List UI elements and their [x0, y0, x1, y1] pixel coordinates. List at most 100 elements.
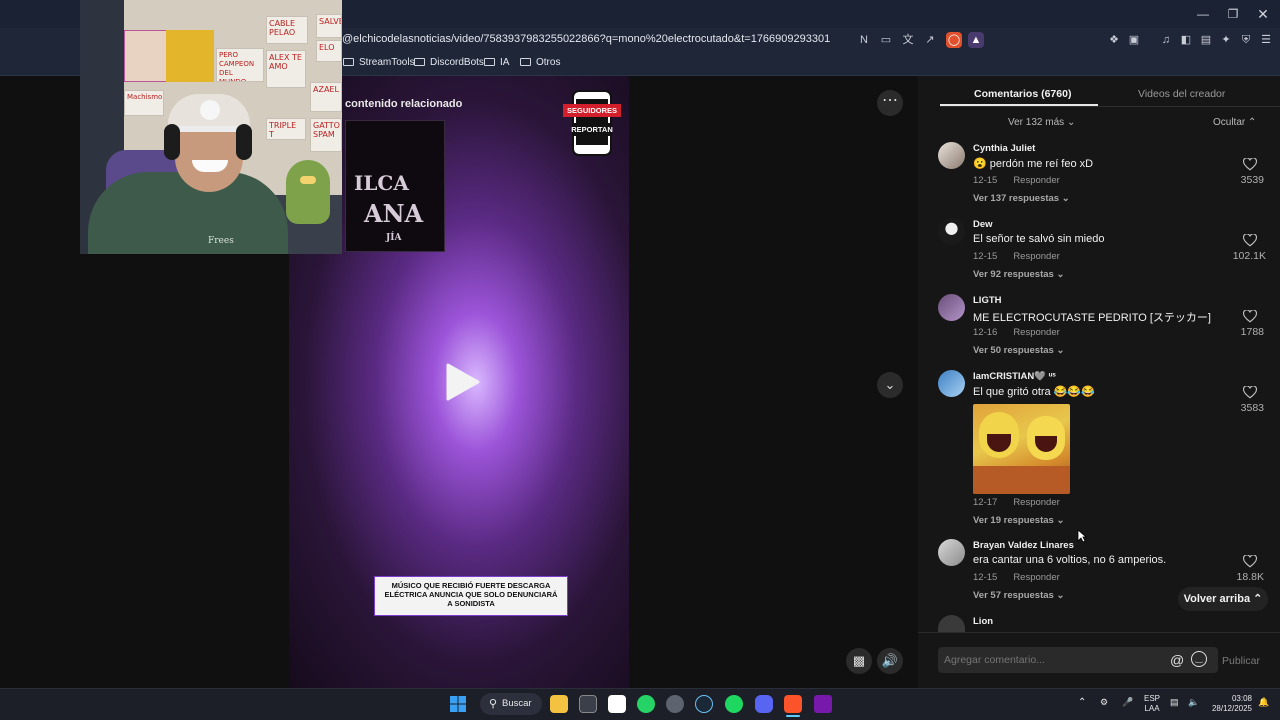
windows-start-icon[interactable] — [450, 696, 466, 712]
heart-icon[interactable] — [1243, 386, 1257, 399]
volume-icon[interactable]: 🔊 — [877, 648, 903, 674]
reply-button[interactable]: Responder — [1013, 175, 1059, 186]
translate-icon[interactable]: 文 — [900, 32, 916, 48]
comment-author[interactable]: Cynthia Juliet — [973, 143, 1035, 154]
comment-author[interactable]: Dew — [973, 219, 993, 230]
avatar[interactable] — [938, 539, 965, 566]
network-icon[interactable]: ▤ — [1170, 697, 1179, 708]
publicar-button[interactable]: Publicar — [1222, 655, 1260, 667]
tab-videos-del-creador[interactable]: Videos del creador — [1138, 88, 1225, 100]
minimize-icon[interactable]: — — [1188, 4, 1218, 24]
spotify-icon[interactable] — [725, 695, 743, 713]
close-window-icon[interactable]: ✕ — [1248, 4, 1278, 24]
like-count: 3583 — [1240, 402, 1264, 414]
like-count: 1788 — [1240, 326, 1264, 338]
ocultar-link[interactable]: Ocultar ⌃ — [1213, 117, 1256, 128]
heart-icon[interactable] — [1243, 234, 1257, 247]
heart-icon[interactable] — [1243, 158, 1257, 171]
vpn-icon[interactable]: ⛨ — [1238, 32, 1254, 48]
share-icon[interactable]: ↗ — [922, 32, 938, 48]
anime-poster — [124, 30, 170, 82]
avatar[interactable] — [938, 370, 965, 397]
reply-button[interactable]: Responder — [1013, 327, 1059, 338]
brave-icon[interactable] — [784, 695, 802, 713]
bookmark-streamtools[interactable]: StreamTools — [343, 57, 415, 68]
folder-icon — [414, 58, 425, 66]
comment-author[interactable]: LIGTH — [973, 295, 1002, 306]
onenote-icon[interactable] — [814, 695, 832, 713]
bookmark-otros[interactable]: Otros — [520, 57, 560, 68]
comment-author[interactable]: Brayan Valdez Linares — [973, 540, 1074, 551]
view-replies-button[interactable]: Ver 92 respuestas ⌄ — [973, 269, 1064, 280]
avatar[interactable] — [938, 294, 965, 321]
view-replies-button[interactable]: Ver 19 respuestas ⌄ — [973, 515, 1064, 526]
comment-meta: 12-17 Responder — [973, 497, 1060, 508]
url-field[interactable]: @elchicodelasnoticias/video/758393798325… — [342, 33, 830, 45]
wallet-icon[interactable]: ▤ — [1198, 32, 1214, 48]
simpsons-gif[interactable] — [973, 404, 1070, 494]
more-options-icon[interactable]: ⋯ — [877, 90, 903, 116]
emoji-icon[interactable]: ‿ — [1191, 651, 1207, 667]
floating-player-icon[interactable]: ▩ — [846, 648, 872, 674]
heart-icon[interactable] — [1243, 310, 1257, 323]
microphone-icon[interactable]: 🎤 — [1122, 697, 1133, 708]
view-replies-button[interactable]: Ver 50 respuestas ⌄ — [973, 345, 1064, 356]
active-tab-indicator — [940, 104, 1098, 106]
heart-icon[interactable] — [1243, 555, 1257, 568]
like-count: 18.8K — [1236, 571, 1264, 583]
reply-button[interactable]: Responder — [1013, 497, 1059, 508]
brave-rewards-icon[interactable]: ▲ — [968, 32, 984, 48]
steam-icon[interactable] — [695, 695, 713, 713]
reply-button[interactable]: Responder — [1013, 251, 1059, 262]
menu-icon[interactable]: ☰ — [1258, 32, 1274, 48]
sidebar-icon[interactable]: ◧ — [1178, 32, 1194, 48]
music-icon[interactable]: ♫ — [1158, 32, 1174, 48]
wall-paper: CABLE PELAO — [266, 16, 308, 44]
avatar[interactable] — [938, 142, 965, 169]
mention-icon[interactable]: @ — [1170, 652, 1184, 668]
discord-icon[interactable] — [755, 695, 773, 713]
notification-icon[interactable]: 🔔 — [1258, 697, 1269, 708]
extensions-icon[interactable]: ❖ — [1106, 32, 1122, 48]
tab-comentarios[interactable]: Comentarios (6760) — [974, 88, 1071, 100]
comment-meta: 12-16 Responder — [973, 327, 1060, 338]
whatsapp-icon[interactable] — [637, 695, 655, 713]
language-indicator[interactable]: ESP LAA — [1144, 694, 1160, 714]
volume-tray-icon[interactable]: 🔈 — [1188, 697, 1199, 708]
play-icon[interactable] — [442, 362, 482, 402]
leo-ai-icon[interactable]: ✦ — [1218, 32, 1234, 48]
headphone-right — [236, 124, 252, 160]
brave-shields-icon[interactable]: ◯ — [946, 32, 962, 48]
taskbar-search[interactable]: ⚲ Buscar — [480, 693, 542, 715]
comment-input[interactable] — [944, 654, 1144, 666]
webcam-overlay: CABLE PELAO ALEX TE AMO PERO CAMPEON DEL… — [80, 0, 342, 254]
bookmark-ia[interactable]: IA — [484, 57, 509, 68]
tab-capture-icon[interactable]: ▣ — [1126, 32, 1142, 48]
app-icon[interactable] — [579, 695, 597, 713]
clock[interactable]: 03:08 28/12/2025 — [1208, 694, 1252, 714]
reply-button[interactable]: Responder — [1013, 572, 1059, 583]
comment-meta: 12-15 Responder — [973, 175, 1060, 186]
comment-author[interactable]: Lion — [973, 616, 993, 627]
video-caption: MÚSICO QUE RECIBIÓ FUERTE DESCARGA ELÉCT… — [374, 576, 568, 616]
bookmark-discordbots[interactable]: DiscordBots — [414, 57, 484, 68]
reader-icon[interactable]: N — [856, 32, 872, 48]
cast-icon[interactable]: ▭ — [878, 32, 894, 48]
view-replies-button[interactable]: Ver 137 respuestas ⌄ — [973, 193, 1070, 204]
next-video-chevron-down-icon[interactable]: ⌄ — [877, 372, 903, 398]
maximize-icon[interactable]: ❐ — [1218, 4, 1248, 24]
comment-meta: 12-15 Responder — [973, 251, 1060, 262]
chevron-up-icon[interactable]: ⌃ — [1078, 697, 1086, 708]
file-explorer-icon[interactable] — [550, 695, 568, 713]
settings-icon[interactable]: ⚙ — [1100, 697, 1108, 708]
obs-icon[interactable] — [666, 695, 684, 713]
wall-paper: ALEX TE AMO — [266, 50, 306, 88]
chrome-icon[interactable] — [608, 695, 626, 713]
folder-icon — [520, 58, 531, 66]
volver-arriba-button[interactable]: Volver arriba ⌃ — [1178, 587, 1268, 611]
view-replies-button[interactable]: Ver 57 respuestas ⌄ — [973, 590, 1064, 601]
folder-icon — [484, 58, 495, 66]
avatar[interactable] — [938, 218, 965, 245]
ver-mas-link[interactable]: Ver 132 más ⌄ — [1008, 117, 1075, 128]
comment-author[interactable]: IamCRISTIAN🩶 ᵘˢ — [973, 371, 1056, 382]
